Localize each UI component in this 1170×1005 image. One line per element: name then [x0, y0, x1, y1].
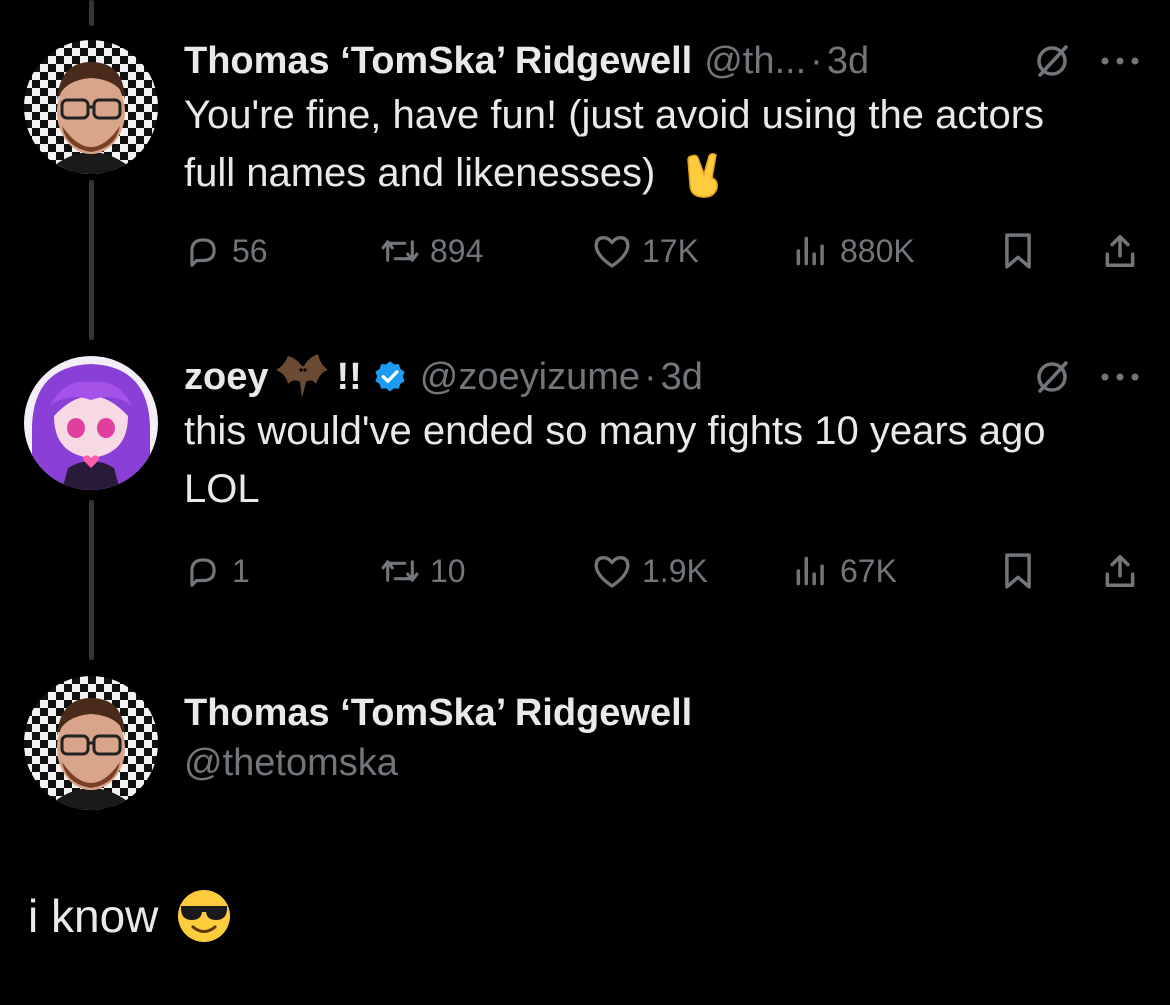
post-actions: 1 10 1.9K 67K: [184, 552, 1139, 590]
views-icon: [796, 236, 824, 266]
reply-count: 1: [232, 552, 250, 589]
reply-icon: [190, 238, 216, 267]
share-icon[interactable]: [1101, 232, 1139, 270]
avatar-tomska[interactable]: [24, 40, 158, 174]
main-post-text: i know: [28, 885, 232, 947]
views-button[interactable]: 880K: [792, 232, 992, 270]
author-name[interactable]: Thomas ‘TomSka’ Ridgewell: [184, 688, 1140, 738]
views-count: 67K: [840, 552, 897, 589]
more-icon[interactable]: [1100, 56, 1140, 66]
like-button[interactable]: 1.9K: [592, 552, 792, 590]
like-button[interactable]: 17K: [592, 232, 792, 270]
avatar-tomska-main[interactable]: [24, 676, 158, 810]
bookmark-icon[interactable]: [1000, 232, 1036, 270]
author-handle[interactable]: @thetomska: [184, 738, 1140, 788]
victory-hand-emoji-icon: [687, 153, 719, 199]
sunglasses-emoji-icon: [178, 890, 231, 942]
post-text: this would've ended so many fights 10 ye…: [184, 409, 1046, 511]
reply-button[interactable]: 56: [184, 232, 380, 270]
heart-icon: [594, 556, 630, 588]
post-time[interactable]: 3d: [661, 356, 703, 399]
bat-emoji-icon: [276, 354, 329, 398]
more-icon[interactable]: [1100, 372, 1140, 382]
repost-icon: [381, 240, 419, 262]
reply-post-zoey[interactable]: zoey !! @zoeyizume · 3d this would've en…: [0, 340, 1170, 660]
like-count: 17K: [642, 232, 699, 269]
repost-icon: [381, 560, 419, 582]
reply-post-tomska[interactable]: Thomas ‘TomSka’ Ridgewell @th... · 3d Yo…: [0, 0, 1170, 340]
heart-icon: [594, 236, 630, 268]
post-actions: 56 894 17K 880K: [184, 232, 1139, 270]
post-time[interactable]: 3d: [827, 40, 869, 83]
post-header: Thomas ‘TomSka’ Ridgewell @th... · 3d: [184, 36, 1140, 86]
repost-button[interactable]: 10: [380, 552, 592, 590]
views-icon: [796, 556, 824, 586]
views-button[interactable]: 67K: [792, 552, 992, 590]
verified-badge-icon: [375, 361, 405, 392]
views-count: 880K: [840, 232, 915, 269]
like-count: 1.9K: [642, 552, 708, 589]
post-text: i know: [28, 890, 159, 942]
author-name-suffix[interactable]: !!: [336, 356, 361, 399]
repost-count: 10: [430, 552, 466, 589]
post-header: zoey !! @zoeyizume · 3d: [184, 352, 1140, 402]
separator-dot: ·: [644, 355, 657, 398]
author-name[interactable]: zoey: [184, 356, 268, 399]
grok-icon[interactable]: [1034, 359, 1070, 395]
grok-icon[interactable]: [1034, 43, 1070, 79]
avatar-zoey[interactable]: [24, 356, 158, 490]
post-text: You're fine, have fun! (just avoid using…: [184, 86, 1064, 202]
separator-dot: ·: [810, 39, 823, 82]
reply-button[interactable]: 1: [184, 552, 380, 590]
author-handle[interactable]: @th...: [704, 40, 806, 83]
author-handle[interactable]: @zoeyizume: [420, 356, 640, 399]
bookmark-icon[interactable]: [1000, 552, 1036, 590]
reply-icon: [190, 558, 216, 587]
repost-count: 894: [430, 232, 484, 269]
repost-button[interactable]: 894: [380, 232, 592, 270]
reply-count: 56: [232, 232, 268, 269]
main-post[interactable]: Thomas ‘TomSka’ Ridgewell @thetomska i k…: [0, 660, 1170, 1005]
share-icon[interactable]: [1101, 552, 1139, 590]
author-name[interactable]: Thomas ‘TomSka’ Ridgewell: [184, 40, 692, 83]
